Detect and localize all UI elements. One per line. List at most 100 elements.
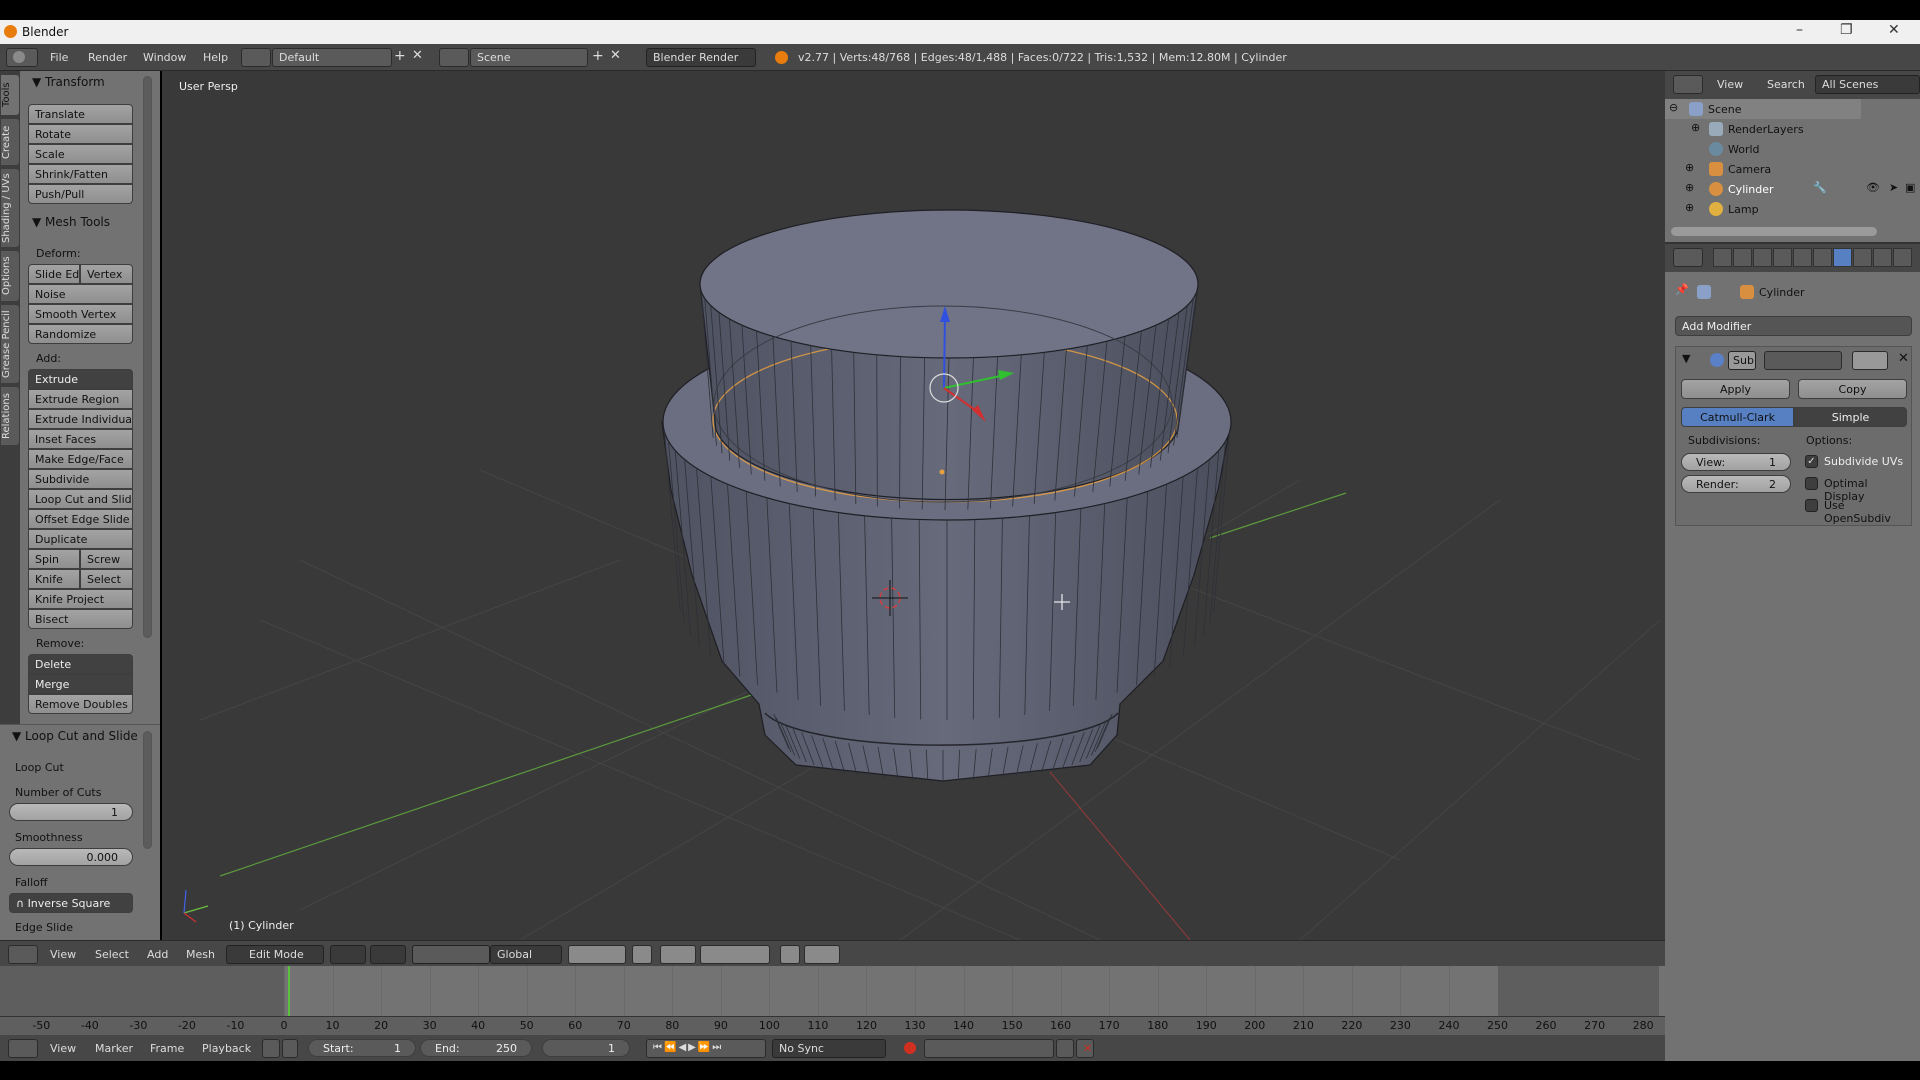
scene-field[interactable]: Scene: [470, 48, 588, 67]
restore-button[interactable]: ❐: [1840, 22, 1853, 38]
outliner-filter-select[interactable]: All Scenes: [1815, 75, 1920, 94]
outliner-menu-search[interactable]: Search: [1767, 78, 1805, 91]
duplicate-button[interactable]: Duplicate: [28, 529, 133, 549]
spin-button[interactable]: Spin: [28, 549, 80, 569]
scene-icon[interactable]: [439, 48, 469, 67]
extrude-individual-button[interactable]: Extrude Individual: [28, 409, 133, 429]
lock-range-button[interactable]: [282, 1039, 298, 1058]
opengl-render-buttons[interactable]: [780, 945, 800, 964]
insert-keyframe-button[interactable]: [1056, 1039, 1074, 1058]
operator-panel-header[interactable]: ▼ Loop Cut and Slide: [12, 729, 138, 743]
editor-type-3d-button[interactable]: [8, 945, 38, 964]
catmull-clark-option[interactable]: Catmull-Clark: [1681, 407, 1794, 427]
current-frame-field[interactable]: 1: [542, 1039, 630, 1057]
merge-dropdown[interactable]: Merge: [28, 674, 133, 694]
select-cursor-icon[interactable]: ➤: [1889, 181, 1898, 194]
extrude-region-button[interactable]: Extrude Region: [28, 389, 133, 409]
editor-type-outliner-button[interactable]: [1673, 75, 1703, 94]
transform-panel-header[interactable]: ▼ Transform: [32, 75, 105, 89]
pin-icon[interactable]: 📌: [1675, 283, 1689, 296]
add-modifier-dropdown[interactable]: Add Modifier: [1675, 316, 1912, 336]
menu-file[interactable]: File: [50, 51, 68, 64]
subdivide-uvs-checkbox[interactable]: ✓: [1805, 455, 1818, 468]
properties-tab-icon[interactable]: [1873, 248, 1892, 267]
extrude-dropdown[interactable]: Extrude: [28, 369, 133, 389]
modifier-name-field[interactable]: Sub: [1728, 351, 1756, 370]
scene-breadcrumb-icon[interactable]: [1697, 285, 1711, 299]
number-of-cuts-field[interactable]: 1: [9, 803, 133, 821]
menu-render[interactable]: Render: [88, 51, 127, 64]
knife-select-button[interactable]: Select: [80, 569, 133, 589]
slide-vertex-button[interactable]: Vertex: [80, 264, 133, 284]
render-animation-buttons[interactable]: [804, 945, 840, 964]
tab-create[interactable]: Create: [1, 119, 19, 165]
properties-tab-icon[interactable]: [1853, 248, 1872, 267]
loop-cut-slide-button[interactable]: Loop Cut and Slide: [28, 489, 133, 509]
translate-button[interactable]: Translate: [28, 104, 133, 124]
delete-scene-button[interactable]: ✕: [610, 48, 621, 63]
rotate-button[interactable]: Rotate: [28, 124, 133, 144]
sync-mode-select[interactable]: No Sync: [772, 1039, 886, 1058]
playback-controls[interactable]: ⏮⏪◀▶⏩⏭: [646, 1039, 766, 1058]
start-frame-field[interactable]: Start: 1: [308, 1039, 416, 1057]
menu-timeline-view[interactable]: View: [50, 1042, 76, 1055]
manipulator-toggles[interactable]: [412, 945, 490, 964]
remove-modifier-button[interactable]: ✕: [1898, 351, 1909, 366]
editor-type-info-button[interactable]: [6, 48, 38, 67]
delete-keyframe-button[interactable]: ✕: [1076, 1039, 1094, 1058]
modifier-move-buttons[interactable]: [1852, 351, 1888, 370]
select-mode-buttons[interactable]: [568, 945, 626, 964]
apply-button[interactable]: Apply: [1681, 379, 1790, 399]
menu-marker[interactable]: Marker: [95, 1042, 133, 1055]
menu-help[interactable]: Help: [203, 51, 228, 64]
viewport-shading-select[interactable]: [330, 945, 366, 964]
tab-tools[interactable]: Tools: [1, 75, 19, 115]
current-frame-line[interactable]: [287, 966, 290, 1016]
tab-shading-uvs[interactable]: Shading / UVs: [1, 169, 19, 247]
outliner-item-renderlayers[interactable]: ⊕ RenderLayers: [1665, 119, 1861, 139]
preview-range-button[interactable]: [262, 1039, 280, 1058]
screw-button[interactable]: Screw: [80, 549, 133, 569]
shrink-fatten-button[interactable]: Shrink/Fatten: [28, 164, 133, 184]
outliner-item-lamp[interactable]: ⊕ Lamp: [1665, 199, 1861, 219]
falloff-dropdown[interactable]: ∩ Inverse Square: [9, 893, 133, 913]
menu-window[interactable]: Window: [143, 51, 186, 64]
minimize-button[interactable]: –: [1796, 22, 1803, 38]
tools-scrollbar[interactable]: [143, 76, 152, 638]
snap-buttons[interactable]: [700, 945, 770, 964]
record-button[interactable]: [904, 1042, 916, 1054]
add-layout-button[interactable]: +: [394, 48, 406, 64]
properties-tab-icon[interactable]: [1773, 248, 1792, 267]
make-edge-face-button[interactable]: Make Edge/Face: [28, 449, 133, 469]
proportional-edit-button[interactable]: [660, 945, 696, 964]
render-engine-select[interactable]: Blender Render: [646, 48, 756, 67]
menu-frame[interactable]: Frame: [150, 1042, 184, 1055]
properties-tab-icon[interactable]: [1733, 248, 1752, 267]
view-levels-field[interactable]: View: 1: [1681, 453, 1791, 471]
use-opensubdiv-checkbox[interactable]: [1805, 499, 1818, 512]
outliner-menu-view[interactable]: View: [1717, 78, 1743, 91]
properties-tab-icon[interactable]: [1893, 248, 1912, 267]
modifier-wrench-icon[interactable]: 🔧: [1813, 181, 1827, 194]
offset-edge-slide-button[interactable]: Offset Edge Slide: [28, 509, 133, 529]
menu-select[interactable]: Select: [95, 948, 129, 961]
tab-grease-pencil[interactable]: Grease Pencil: [1, 305, 19, 383]
operator-scrollbar[interactable]: [143, 731, 152, 849]
add-scene-button[interactable]: +: [592, 48, 604, 64]
inset-faces-button[interactable]: Inset Faces: [28, 429, 133, 449]
delete-layout-button[interactable]: ✕: [412, 48, 423, 63]
delete-dropdown[interactable]: Delete: [28, 654, 133, 674]
scale-button[interactable]: Scale: [28, 144, 133, 164]
properties-tab-icon[interactable]: [1793, 248, 1812, 267]
expand-icon[interactable]: ⊕: [1685, 161, 1694, 174]
remove-doubles-button[interactable]: Remove Doubles: [28, 694, 133, 714]
optimal-display-checkbox[interactable]: [1805, 477, 1818, 490]
properties-tab-icon[interactable]: [1753, 248, 1772, 267]
copy-button[interactable]: Copy: [1798, 379, 1907, 399]
menu-add[interactable]: Add: [147, 948, 168, 961]
properties-tab-icon[interactable]: [1713, 248, 1732, 267]
push-pull-button[interactable]: Push/Pull: [28, 184, 133, 204]
outliner-item-cylinder[interactable]: ⊕ Cylinder 🔧: [1665, 179, 1861, 199]
outliner-item-scene[interactable]: ⊖ Scene: [1665, 99, 1861, 119]
properties-tab-icon[interactable]: [1813, 248, 1832, 267]
